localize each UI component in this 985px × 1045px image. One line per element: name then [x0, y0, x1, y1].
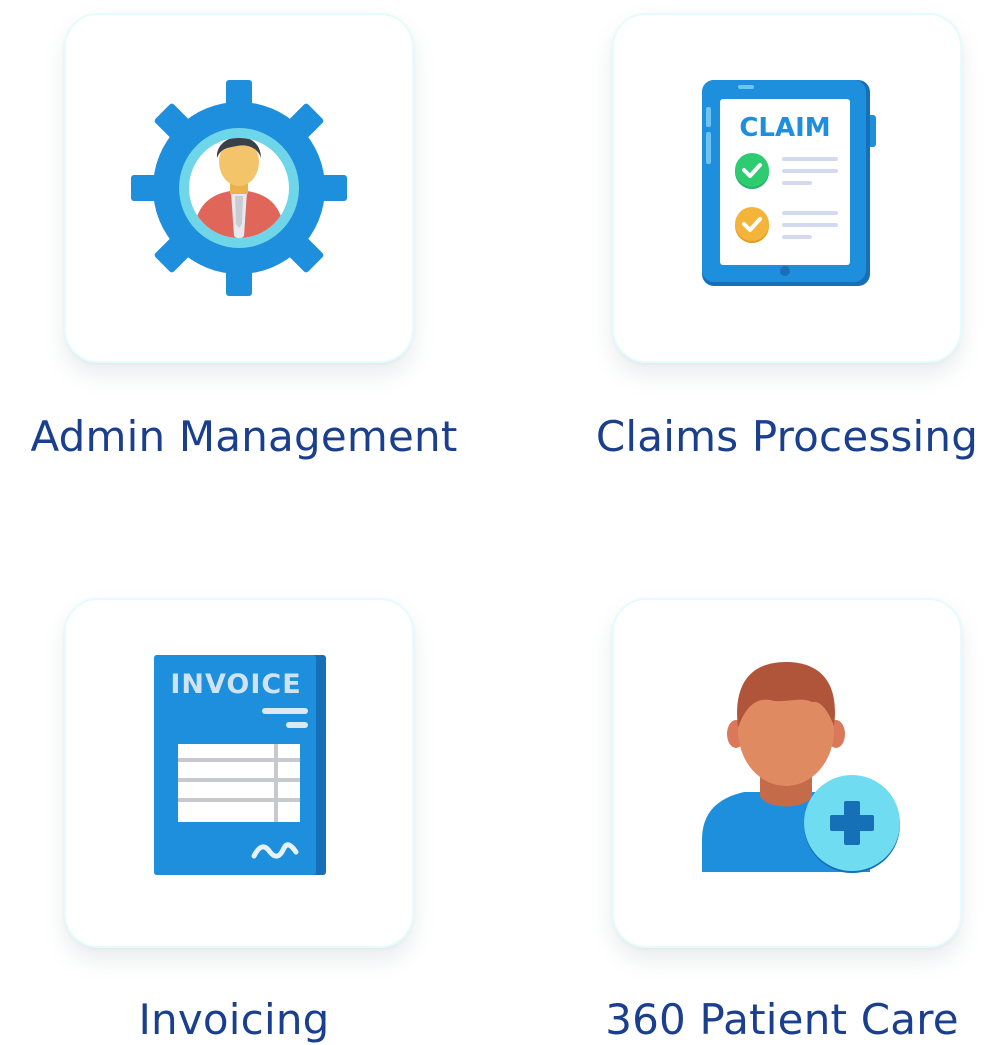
patient-care-card[interactable] — [612, 598, 962, 948]
invoice-document-icon: INVOICE — [154, 655, 326, 875]
claim-title-text: CLAIM — [739, 113, 830, 143]
admin-gear-icon — [131, 80, 347, 296]
admin-management-label[interactable]: Admin Management — [24, 412, 464, 462]
invoicing-card[interactable]: INVOICE — [64, 598, 414, 948]
claims-processing-card[interactable]: CLAIM — [612, 13, 962, 363]
admin-management-card[interactable] — [64, 13, 414, 363]
patient-plus-icon — [702, 662, 900, 873]
claims-processing-label[interactable]: Claims Processing — [567, 412, 985, 462]
patient-care-label[interactable]: 360 Patient Care — [562, 995, 985, 1045]
invoicing-label[interactable]: Invoicing — [14, 995, 454, 1045]
invoice-title-text: INVOICE — [170, 669, 301, 700]
claim-tablet-icon: CLAIM — [702, 80, 876, 286]
